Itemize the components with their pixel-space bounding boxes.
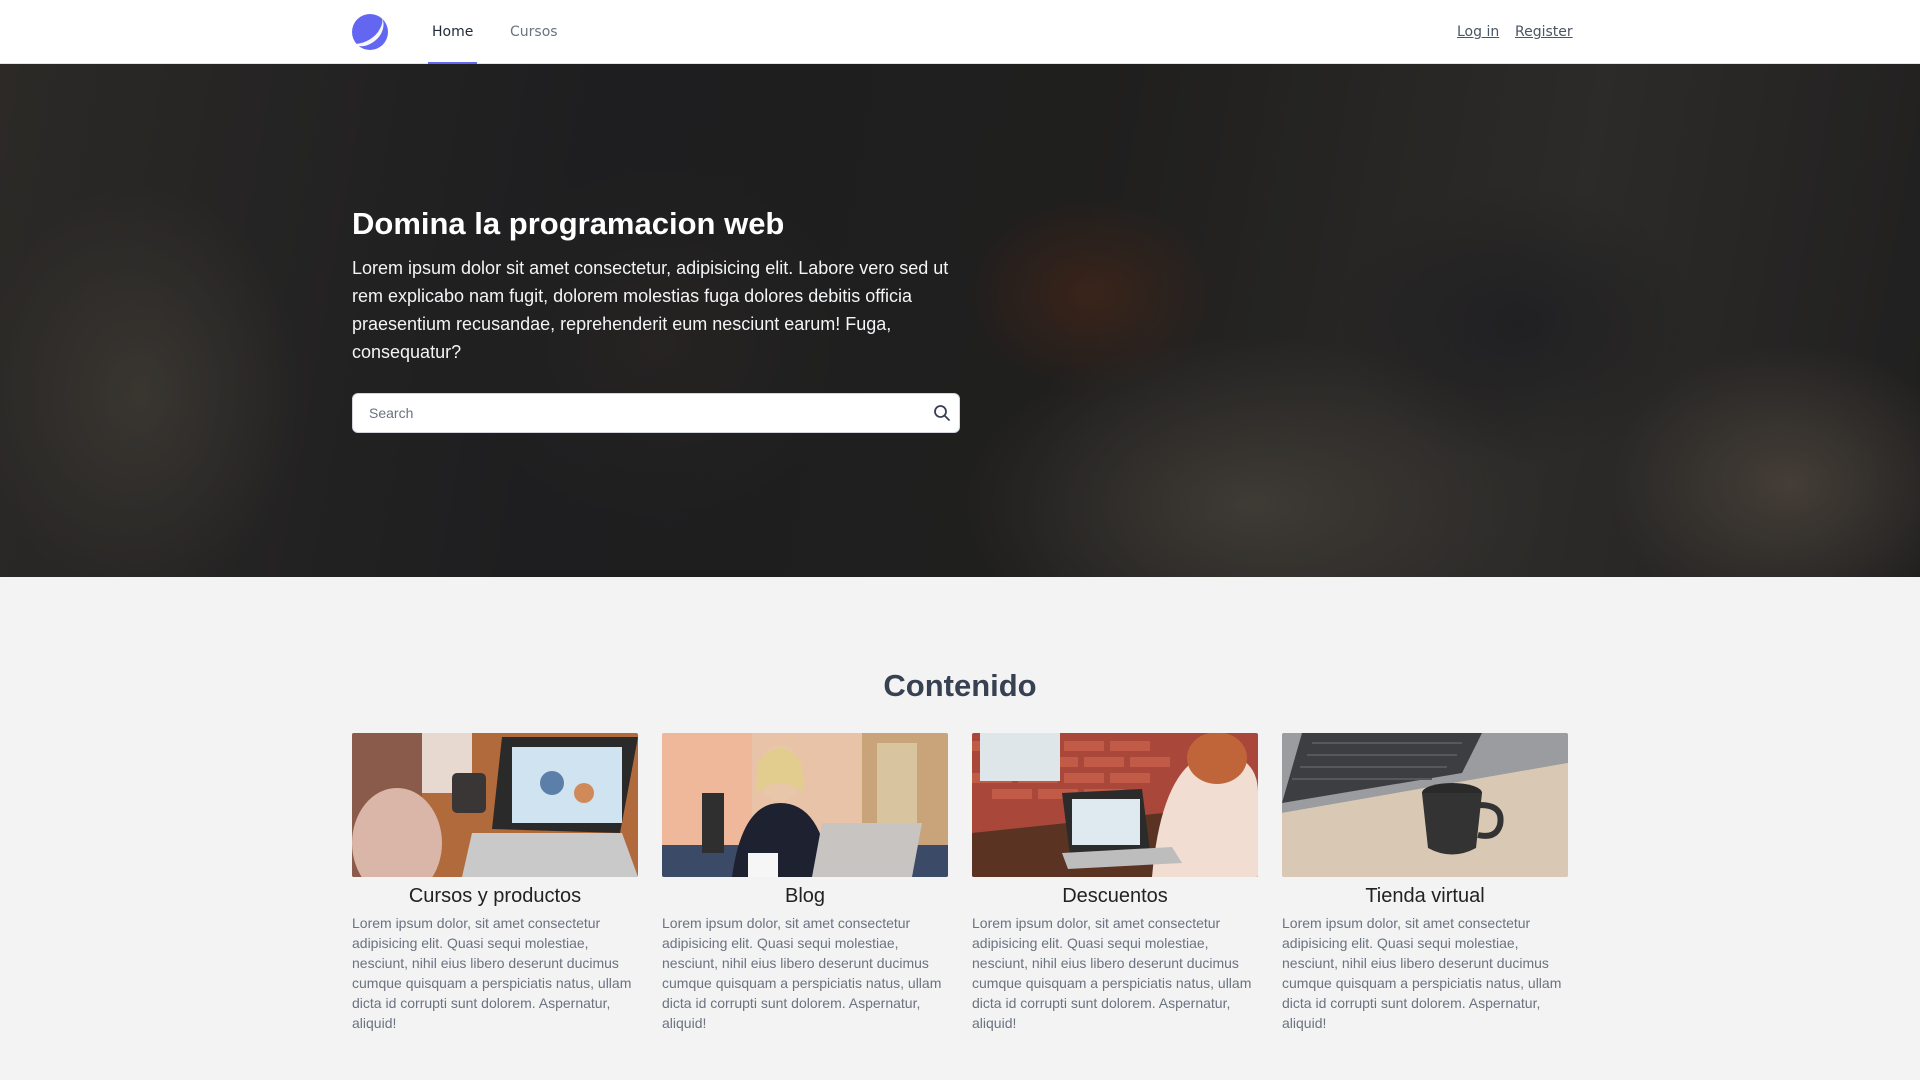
nav-link-home[interactable]: Home: [427, 0, 478, 65]
content-title: Contenido: [883, 668, 1037, 703]
card-title: Cursos y productos: [408, 885, 582, 907]
card-title: Tienda virtual: [1365, 885, 1485, 907]
card-image-laptop-video-call[interactable]: [352, 733, 638, 877]
hero-title: Domina la programacion web: [352, 206, 785, 241]
card-image-brick-wall-laptop[interactable]: [972, 733, 1258, 877]
hero-banner: Domina la programacion web Lorem ipsum d…: [0, 64, 1920, 577]
card-image-woman-laptop[interactable]: [662, 733, 948, 877]
search-icon[interactable]: [933, 404, 951, 422]
login-link[interactable]: Log in: [1457, 0, 1499, 64]
card-text: Lorem ipsum dolor, sit amet consectetur …: [1282, 915, 1562, 1031]
card-text: Lorem ipsum dolor, sit amet consectetur …: [972, 915, 1252, 1031]
card-text: Lorem ipsum dolor, sit amet consectetur …: [352, 915, 632, 1031]
card-title: Blog: [784, 885, 826, 907]
navbar: Home Cursos Log in Register: [0, 0, 1920, 65]
hero-description: Lorem ipsum dolor sit amet consectetur, …: [352, 258, 949, 362]
nav-link-cursos[interactable]: Cursos: [510, 0, 558, 64]
register-link[interactable]: Register: [1515, 0, 1573, 64]
logo-icon[interactable]: [352, 14, 388, 50]
card-image-coffee-laptop[interactable]: [1282, 733, 1568, 877]
search-bar: [352, 393, 960, 433]
card-text: Lorem ipsum dolor, sit amet consectetur …: [662, 915, 942, 1031]
card-title: Descuentos: [1062, 885, 1168, 907]
search-input[interactable]: [369, 394, 909, 432]
